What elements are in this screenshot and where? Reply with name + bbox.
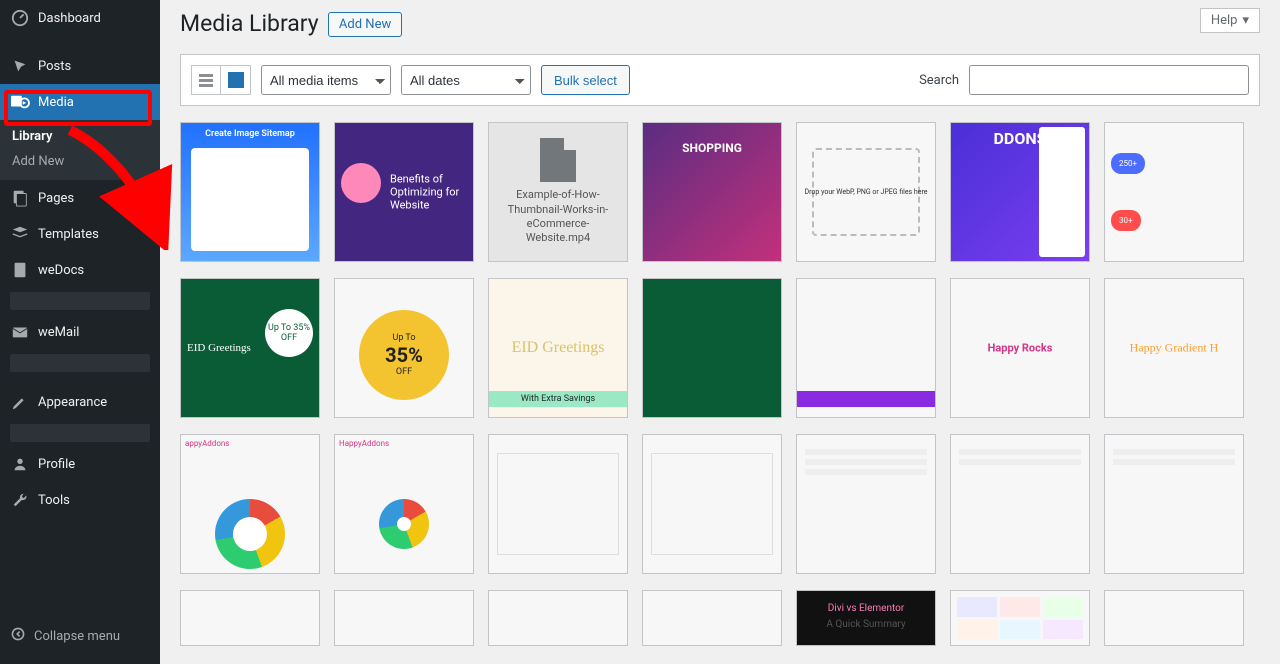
view-list-button[interactable] bbox=[191, 65, 221, 95]
sidebar-item-label: Templates bbox=[38, 227, 99, 242]
collapse-menu-button[interactable]: Collapse menu bbox=[0, 618, 160, 654]
sidebar-item-tools[interactable]: Tools bbox=[0, 482, 160, 518]
sidebar-item-label: Dashboard bbox=[38, 11, 101, 26]
sidebar-item-label: Tools bbox=[38, 493, 70, 508]
media-item[interactable]: Happy Rocks bbox=[950, 278, 1090, 418]
pages-icon bbox=[10, 188, 30, 208]
templates-icon bbox=[10, 224, 30, 244]
media-item[interactable] bbox=[642, 434, 782, 574]
media-item[interactable]: HappyAddons bbox=[334, 434, 474, 574]
sidebar-item-wedocs[interactable]: weDocs bbox=[0, 252, 160, 288]
sidebar-item-redacted bbox=[10, 354, 150, 372]
sidebar-item-templates[interactable]: Templates bbox=[0, 216, 160, 252]
media-item[interactable] bbox=[950, 434, 1090, 574]
sidebar-item-appearance[interactable]: Appearance bbox=[0, 384, 160, 420]
media-item[interactable]: Divi vs ElementorA Quick Summary bbox=[796, 590, 936, 646]
sidebar-item-posts[interactable]: Posts bbox=[0, 48, 160, 84]
wrench-icon bbox=[10, 490, 30, 510]
user-icon bbox=[10, 454, 30, 474]
media-item[interactable] bbox=[488, 590, 628, 646]
bulk-select-button[interactable]: Bulk select bbox=[541, 65, 630, 95]
sidebar-item-pages[interactable]: Pages bbox=[0, 180, 160, 216]
media-item[interactable] bbox=[950, 590, 1090, 646]
sidebar-item-dashboard[interactable]: Dashboard bbox=[0, 0, 160, 36]
collapse-icon bbox=[10, 626, 26, 646]
media-item[interactable]: EID GreetingsUp To 35% OFF bbox=[180, 278, 320, 418]
file-icon bbox=[540, 138, 576, 182]
view-grid-button[interactable] bbox=[221, 65, 251, 95]
sidebar-item-label: weDocs bbox=[38, 263, 84, 278]
media-item[interactable]: Create Image Sitemap bbox=[180, 122, 320, 262]
mail-icon bbox=[10, 322, 30, 342]
media-item[interactable]: Happy Gradient H bbox=[1104, 278, 1244, 418]
media-item[interactable]: appyAddons bbox=[180, 434, 320, 574]
pin-icon bbox=[10, 56, 30, 76]
media-item[interactable] bbox=[334, 590, 474, 646]
media-item[interactable] bbox=[796, 434, 936, 574]
video-filename: Example-of-How-Thumbnail-Works-in-eComme… bbox=[495, 188, 621, 245]
media-grid: Create Image Sitemap Benefits of Optimiz… bbox=[180, 122, 1260, 646]
media-toolbar: All media items All dates Bulk select Se… bbox=[180, 54, 1260, 106]
sidebar-item-profile[interactable]: Profile bbox=[0, 446, 160, 482]
chevron-down-icon: ▾ bbox=[1242, 13, 1249, 28]
sidebar-item-label: Profile bbox=[38, 457, 75, 472]
add-new-button[interactable]: Add New bbox=[328, 12, 402, 37]
page-title: Media Library bbox=[180, 10, 319, 37]
sidebar-item-label: Pages bbox=[38, 191, 74, 206]
media-item[interactable]: EID GreetingsWith Extra Savings bbox=[488, 278, 628, 418]
sidebar-item-redacted bbox=[10, 424, 150, 442]
sidebar-item-label: Media bbox=[38, 95, 74, 110]
filter-media-date[interactable]: All dates bbox=[401, 65, 531, 95]
sidebar-submenu-media: Library Add New bbox=[0, 120, 160, 180]
search-label: Search bbox=[919, 73, 959, 88]
sidebar-item-label: Posts bbox=[38, 59, 71, 74]
media-icon bbox=[10, 92, 30, 112]
media-item[interactable]: SHOPPING bbox=[642, 122, 782, 262]
sidebar-item-redacted bbox=[10, 292, 150, 310]
view-switch bbox=[191, 65, 251, 95]
media-item[interactable]: Benefits of Optimizing for Website bbox=[334, 122, 474, 262]
media-item-video[interactable]: Example-of-How-Thumbnail-Works-in-eComme… bbox=[488, 122, 628, 262]
sidebar-subitem-library[interactable]: Library bbox=[12, 124, 160, 149]
media-item[interactable] bbox=[1104, 434, 1244, 574]
sidebar-subitem-add-new[interactable]: Add New bbox=[12, 149, 160, 174]
search-input[interactable] bbox=[969, 65, 1249, 95]
doc-icon bbox=[10, 260, 30, 280]
sidebar-item-label: Appearance bbox=[38, 395, 107, 410]
media-item[interactable]: Drop your WebP, PNG or JPEG files here bbox=[796, 122, 936, 262]
media-item[interactable]: DDONS bbox=[950, 122, 1090, 262]
sidebar-item-wemail[interactable]: weMail bbox=[0, 314, 160, 350]
media-item[interactable] bbox=[1104, 590, 1244, 646]
sidebar-item-label: weMail bbox=[38, 325, 79, 340]
media-item[interactable] bbox=[488, 434, 628, 574]
help-label: Help bbox=[1211, 13, 1238, 28]
dashboard-icon bbox=[10, 8, 30, 28]
sidebar-item-media[interactable]: Media bbox=[0, 84, 160, 120]
media-item[interactable]: 30+250+ bbox=[1104, 122, 1244, 262]
media-item[interactable] bbox=[180, 590, 320, 646]
filter-media-type[interactable]: All media items bbox=[261, 65, 391, 95]
brush-icon bbox=[10, 392, 30, 412]
collapse-label: Collapse menu bbox=[34, 629, 120, 644]
media-item[interactable] bbox=[642, 590, 782, 646]
media-item[interactable] bbox=[642, 278, 782, 418]
media-item[interactable] bbox=[796, 278, 936, 418]
media-item[interactable]: Up To35%OFF bbox=[334, 278, 474, 418]
help-button[interactable]: Help ▾ bbox=[1200, 8, 1260, 33]
